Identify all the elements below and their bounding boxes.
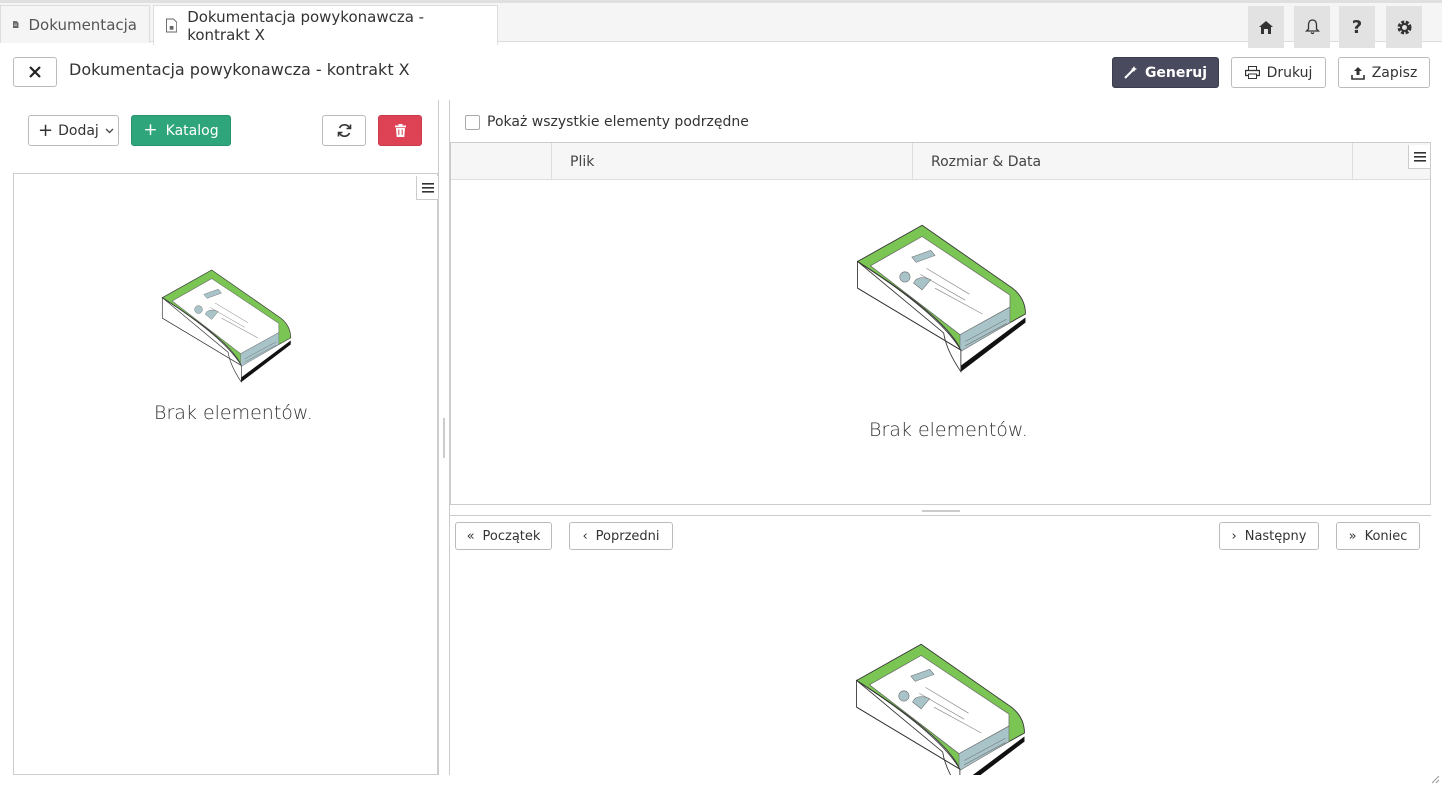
wand-icon — [1124, 66, 1137, 79]
delete-button[interactable] — [378, 115, 422, 146]
pager-prev-button[interactable]: ‹ Poprzedni — [569, 522, 673, 550]
generate-button[interactable]: Generuj — [1112, 57, 1219, 88]
empty-state-text: Brak elementów. — [154, 402, 313, 424]
vertical-splitter[interactable] — [438, 100, 450, 775]
tab-bar: Dokumentacja Dokumentacja powykonawcza -… — [0, 0, 1442, 48]
empty-state-text: Brak elementów. — [869, 419, 1028, 441]
files-grid: Plik Rozmiar & Data Brak elementów. — [450, 142, 1431, 505]
refresh-icon — [337, 124, 351, 137]
generate-label: Generuj — [1144, 64, 1208, 81]
save-button[interactable]: Zapisz — [1338, 57, 1430, 88]
splitter-grip — [443, 418, 445, 458]
column-label: Rozmiar & Data — [931, 153, 1042, 170]
close-icon — [29, 66, 41, 78]
show-children-label: Pokaż wszystkie elementy podrzędne — [487, 114, 749, 130]
refresh-button[interactable] — [322, 115, 366, 146]
tree-panel: Brak elementów. — [13, 173, 438, 775]
empty-box-illustration — [857, 224, 1026, 373]
hamburger-icon — [421, 182, 434, 193]
preview-area — [450, 556, 1431, 775]
page-title: Dokumentacja powykonawcza - kontrakt X — [69, 60, 410, 79]
gear-icon — [1397, 20, 1411, 34]
tab-label: Dokumentacja — [28, 15, 138, 34]
chevron-right-icon: › — [1231, 528, 1237, 544]
upload-icon — [1350, 66, 1365, 80]
tab-dokumentacja[interactable]: Dokumentacja — [0, 5, 150, 43]
tab-dokumentacja-powykonawcza[interactable]: Dokumentacja powykonawcza - kontrakt X — [153, 5, 498, 45]
pager-prev-label: Poprzedni — [595, 528, 660, 544]
column-menu-button[interactable] — [416, 176, 438, 200]
chevron-left-icon: ‹ — [582, 528, 588, 544]
add-dropdown-button[interactable]: + Dodaj — [28, 115, 119, 146]
column-header-plik[interactable]: Plik — [551, 143, 913, 180]
save-label: Zapisz — [1371, 64, 1418, 81]
chevron-down-icon — [105, 128, 114, 133]
pager-next-label: Następny — [1244, 528, 1307, 544]
add-label: Dodaj — [58, 122, 99, 139]
notifications-button[interactable] — [1294, 6, 1330, 48]
double-chevron-right-icon: » — [1348, 528, 1357, 544]
double-chevron-left-icon: « — [466, 528, 475, 544]
pager-last-button[interactable]: » Koniec — [1336, 522, 1420, 550]
question-icon: ? — [1351, 16, 1363, 38]
print-label: Drukuj — [1266, 64, 1313, 81]
trash-icon — [394, 124, 406, 137]
grid-menu-button[interactable] — [1408, 145, 1430, 169]
column-header-rozmiar-data[interactable]: Rozmiar & Data — [912, 143, 1353, 180]
tab-label: Dokumentacja powykonawcza - kontrakt X — [187, 7, 425, 44]
plus-icon: + — [38, 119, 54, 141]
splitter-grip — [922, 510, 960, 512]
document-lock-icon — [166, 18, 178, 33]
grid-header: Plik Rozmiar & Data — [451, 143, 1430, 180]
pager-next-button[interactable]: › Następny — [1219, 522, 1319, 550]
pager-last-label: Koniec — [1364, 528, 1408, 544]
hamburger-icon — [1413, 151, 1426, 162]
column-label: Plik — [570, 153, 595, 170]
settings-button[interactable] — [1386, 6, 1422, 48]
empty-box-illustration — [161, 269, 292, 383]
catalog-label: Katalog — [165, 122, 219, 139]
show-children-toggle[interactable]: Pokaż wszystkie elementy podrzędne — [465, 114, 749, 130]
show-children-checkbox[interactable] — [465, 114, 480, 130]
bell-icon — [1304, 19, 1320, 35]
home-button[interactable] — [1248, 6, 1284, 48]
printer-icon — [1244, 66, 1260, 79]
empty-box-illustration — [856, 643, 1025, 775]
close-button[interactable] — [13, 57, 57, 87]
help-button[interactable]: ? — [1339, 6, 1375, 48]
document-icon — [13, 21, 19, 28]
print-button[interactable]: Drukuj — [1231, 57, 1326, 88]
horizontal-splitter[interactable] — [450, 505, 1431, 516]
resize-handle-icon[interactable] — [1431, 775, 1440, 784]
home-icon — [1259, 20, 1273, 34]
plus-icon: + — [143, 120, 158, 140]
catalog-button[interactable]: + Katalog — [131, 115, 231, 146]
pager-first-button[interactable]: « Początek — [455, 522, 552, 550]
pager-first-label: Początek — [482, 528, 541, 544]
